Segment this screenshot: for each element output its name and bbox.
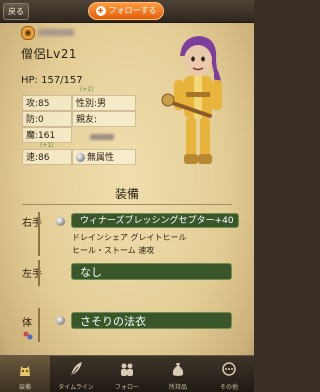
character-avatar [161, 36, 222, 164]
body-label: 体 [22, 318, 32, 329]
element-orb-icon [76, 153, 85, 162]
tab-label: 所持品 [168, 384, 187, 391]
back-button[interactable]: 戻る [3, 3, 29, 20]
follow-label: フォローする [108, 6, 157, 15]
follow-icon: ✚ [95, 5, 106, 16]
stat-magic: 魔:161 [22, 127, 72, 143]
tab-label: その他 [219, 384, 238, 391]
stat-speed: 速:86 [22, 149, 72, 165]
tab-label: フォロー [114, 384, 139, 391]
tab-label: タイムライン [58, 384, 94, 391]
more-icon [222, 362, 236, 376]
feather-icon [70, 362, 82, 377]
body-item-orb-icon [56, 316, 65, 325]
stat-element: 無属性 [72, 149, 136, 165]
left-hand-item[interactable]: なし [71, 263, 232, 280]
element-label: 無属性 [87, 153, 115, 163]
tab-timeline[interactable]: タイムライン [51, 356, 101, 392]
stat-defense: 防:0 [22, 111, 72, 127]
tab-equipment[interactable]: 装備 [0, 356, 50, 392]
tab-more[interactable]: その他 [204, 356, 254, 392]
equipment-divider [22, 204, 232, 205]
bag-icon [172, 363, 184, 376]
screen: 戻る ✚ フォローする ◉ 僧侶Lv21 HP: 157/157 (+2) 攻:8… [0, 0, 254, 392]
body-item[interactable]: さそりの法衣 [71, 312, 232, 329]
stat-friend: 親友: [72, 111, 136, 127]
right-item-skills: ドレインシェア グレイトヒール ヒール・ストーム 速攻 [72, 231, 187, 257]
tab-label: 装備 [18, 384, 31, 391]
stat-attack: 攻:85 [22, 95, 72, 111]
hp-bonus: (+2) [80, 86, 94, 93]
bottom-tab-bar: 装備 タイムライン フォロー 所持品 その他 [0, 355, 254, 392]
right-hand-item[interactable]: ウィナーズブレッシングセプター+40 [71, 213, 239, 228]
follow-button[interactable]: ✚ フォローする [88, 2, 164, 20]
stat-gender: 性別:男 [72, 95, 136, 111]
cat-icon [20, 366, 30, 376]
equipment-title: 装備 [114, 187, 139, 201]
tab-inventory[interactable]: 所持品 [153, 356, 203, 392]
magic-bonus: (+1) [40, 142, 54, 149]
tab-follow[interactable]: フォロー [102, 356, 152, 392]
set-badge-icon [23, 331, 33, 340]
body-slot-divider [38, 308, 40, 342]
right-item-orb-icon [56, 217, 65, 226]
people-icon [121, 363, 133, 376]
right-item-skills-line1: ドレインシェア グレイトヒール [72, 233, 187, 242]
guild-emblem-icon: ◉ [21, 26, 35, 40]
hp-value: HP: 157/157 [21, 75, 83, 86]
right-slot-divider [38, 212, 40, 256]
friend-name-blurred [90, 134, 114, 140]
top-bar: 戻る ✚ フォローする [0, 0, 254, 23]
job-level: 僧侶Lv21 [21, 47, 78, 61]
right-item-skills-line2: ヒール・ストーム 速攻 [72, 246, 155, 255]
player-name-blurred [38, 29, 74, 36]
left-slot-divider [38, 260, 40, 286]
